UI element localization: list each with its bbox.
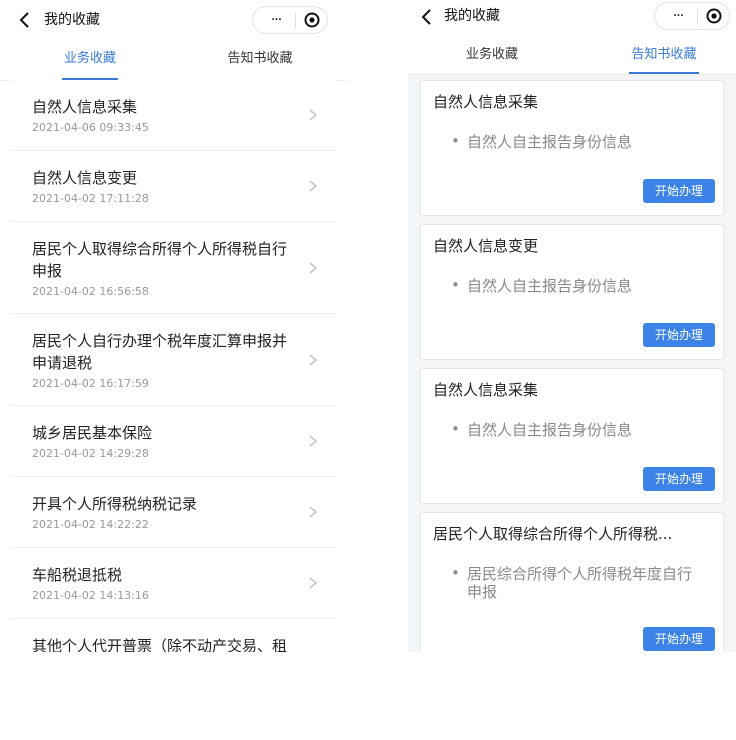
tab-active-indicator — [629, 72, 699, 74]
card-title: 自然人信息变更 — [433, 237, 539, 255]
page-title: 我的收藏 — [444, 8, 500, 24]
capsule-menu: ··· — [654, 2, 730, 30]
item-date: 2021-04-02 17:11:28 — [32, 192, 149, 205]
card-description: 自然人自主报告身份信息 — [467, 133, 633, 151]
start-button[interactable]: 开始办理 — [643, 467, 715, 491]
item-date: 2021-04-02 16:56:58 — [32, 285, 149, 298]
notice-cards: 自然人信息采集 • 自然人自主报告身份信息 开始办理 自然人信息变更 • 自然人… — [420, 80, 724, 652]
item-name: 居民个人取得综合所得个人所得税自行申报 — [32, 240, 288, 280]
chevron-right-icon — [309, 180, 318, 192]
target-icon[interactable] — [706, 8, 722, 24]
bullet-dot: • — [451, 276, 460, 294]
item-name: 其他个人代开普票（除不动产交易、租 — [32, 637, 288, 652]
nav-bar: 我的收藏 ··· — [0, 0, 346, 40]
right-screen: 我的收藏 ··· 业务收藏 告知书收藏 自然人信息采集 • 自然人自主报告身份信… — [408, 0, 736, 652]
item-name: 自然人信息采集 — [32, 98, 138, 116]
left-screen: 我的收藏 ··· 业务收藏 告知书收藏 自然人信息采集 2021-04-06 0… — [0, 0, 346, 652]
item-name: 车船税退抵税 — [32, 566, 123, 584]
item-name: 开具个人所得税纳税记录 — [32, 495, 198, 513]
card-title: 居民个人取得综合所得个人所得税... — [433, 525, 673, 543]
card-description: 居民综合所得个人所得税年度自行申报 — [467, 565, 693, 601]
chevron-right-icon — [309, 506, 318, 518]
list-item[interactable]: 自然人信息采集 2021-04-06 09:33:45 — [10, 80, 336, 151]
target-icon[interactable] — [304, 12, 320, 28]
notice-card: 自然人信息采集 • 自然人自主报告身份信息 开始办理 — [420, 80, 724, 216]
item-date: 2021-04-02 14:22:22 — [32, 518, 149, 531]
notice-card: 自然人信息变更 • 自然人自主报告身份信息 开始办理 — [420, 224, 724, 360]
card-description: 自然人自主报告身份信息 — [467, 277, 633, 295]
item-date: 2021-04-06 09:33:45 — [32, 121, 149, 134]
tab-label: 业务收藏 — [63, 51, 116, 66]
chevron-right-icon — [309, 435, 318, 447]
capsule-divider — [697, 9, 698, 25]
tab-business-favorites[interactable]: 业务收藏 — [432, 36, 552, 74]
more-dots-icon[interactable]: ··· — [261, 13, 291, 27]
item-date: 2021-04-02 14:13:16 — [32, 589, 149, 602]
notice-card: 自然人信息采集 • 自然人自主报告身份信息 开始办理 — [420, 368, 724, 504]
card-title: 自然人信息采集 — [433, 93, 539, 111]
more-dots-icon[interactable]: ··· — [663, 9, 693, 23]
item-name: 自然人信息变更 — [32, 169, 138, 187]
list-item[interactable]: 其他个人代开普票（除不动产交易、租 — [10, 619, 336, 652]
tab-label: 业务收藏 — [465, 47, 518, 62]
back-icon[interactable] — [14, 9, 36, 31]
tab-label: 告知书收藏 — [631, 47, 697, 62]
start-button[interactable]: 开始办理 — [643, 323, 715, 347]
capsule-divider — [295, 13, 296, 29]
tab-notice-favorites[interactable]: 告知书收藏 — [604, 36, 724, 74]
page-title: 我的收藏 — [44, 12, 100, 28]
chevron-right-icon — [309, 577, 318, 589]
favorites-list: 自然人信息采集 2021-04-06 09:33:45 自然人信息变更 2021… — [10, 80, 336, 652]
item-name: 城乡居民基本保险 — [32, 424, 153, 442]
list-item[interactable]: 城乡居民基本保险 2021-04-02 14:29:28 — [10, 406, 336, 477]
chevron-right-icon — [309, 353, 318, 366]
card-title: 自然人信息采集 — [433, 381, 539, 399]
start-button[interactable]: 开始办理 — [643, 179, 715, 203]
tab-business-favorites[interactable]: 业务收藏 — [30, 40, 150, 80]
tab-bar: 业务收藏 告知书收藏 — [0, 40, 346, 81]
back-icon[interactable] — [416, 6, 438, 28]
tab-label: 告知书收藏 — [227, 51, 293, 66]
list-item[interactable]: 自然人信息变更 2021-04-02 17:11:28 — [10, 151, 336, 222]
bullet-dot: • — [451, 420, 460, 438]
bullet-dot: • — [451, 132, 460, 150]
tab-bar: 业务收藏 告知书收藏 — [408, 36, 736, 75]
chevron-right-icon — [309, 109, 318, 121]
item-name: 居民个人自行办理个税年度汇算申报并申请退税 — [32, 332, 288, 372]
notice-card: 居民个人取得综合所得个人所得税... • 居民综合所得个人所得税年度自行申报 开… — [420, 512, 724, 652]
chevron-right-icon — [309, 261, 318, 274]
list-item[interactable]: 开具个人所得税纳税记录 2021-04-02 14:22:22 — [10, 477, 336, 548]
nav-bar: 我的收藏 ··· — [408, 0, 736, 40]
list-item[interactable]: 居民个人取得综合所得个人所得税自行申报 2021-04-02 16:56:58 — [10, 222, 336, 314]
list-item[interactable]: 居民个人自行办理个税年度汇算申报并申请退税 2021-04-02 16:17:5… — [10, 314, 336, 406]
card-description: 自然人自主报告身份信息 — [467, 421, 633, 439]
item-date: 2021-04-02 14:29:28 — [32, 447, 149, 460]
tab-notice-favorites[interactable]: 告知书收藏 — [200, 40, 320, 80]
capsule-menu: ··· — [252, 6, 328, 34]
start-button[interactable]: 开始办理 — [643, 627, 715, 651]
item-date: 2021-04-02 16:17:59 — [32, 377, 149, 390]
bullet-dot: • — [451, 564, 460, 582]
list-item[interactable]: 车船税退抵税 2021-04-02 14:13:16 — [10, 548, 336, 619]
